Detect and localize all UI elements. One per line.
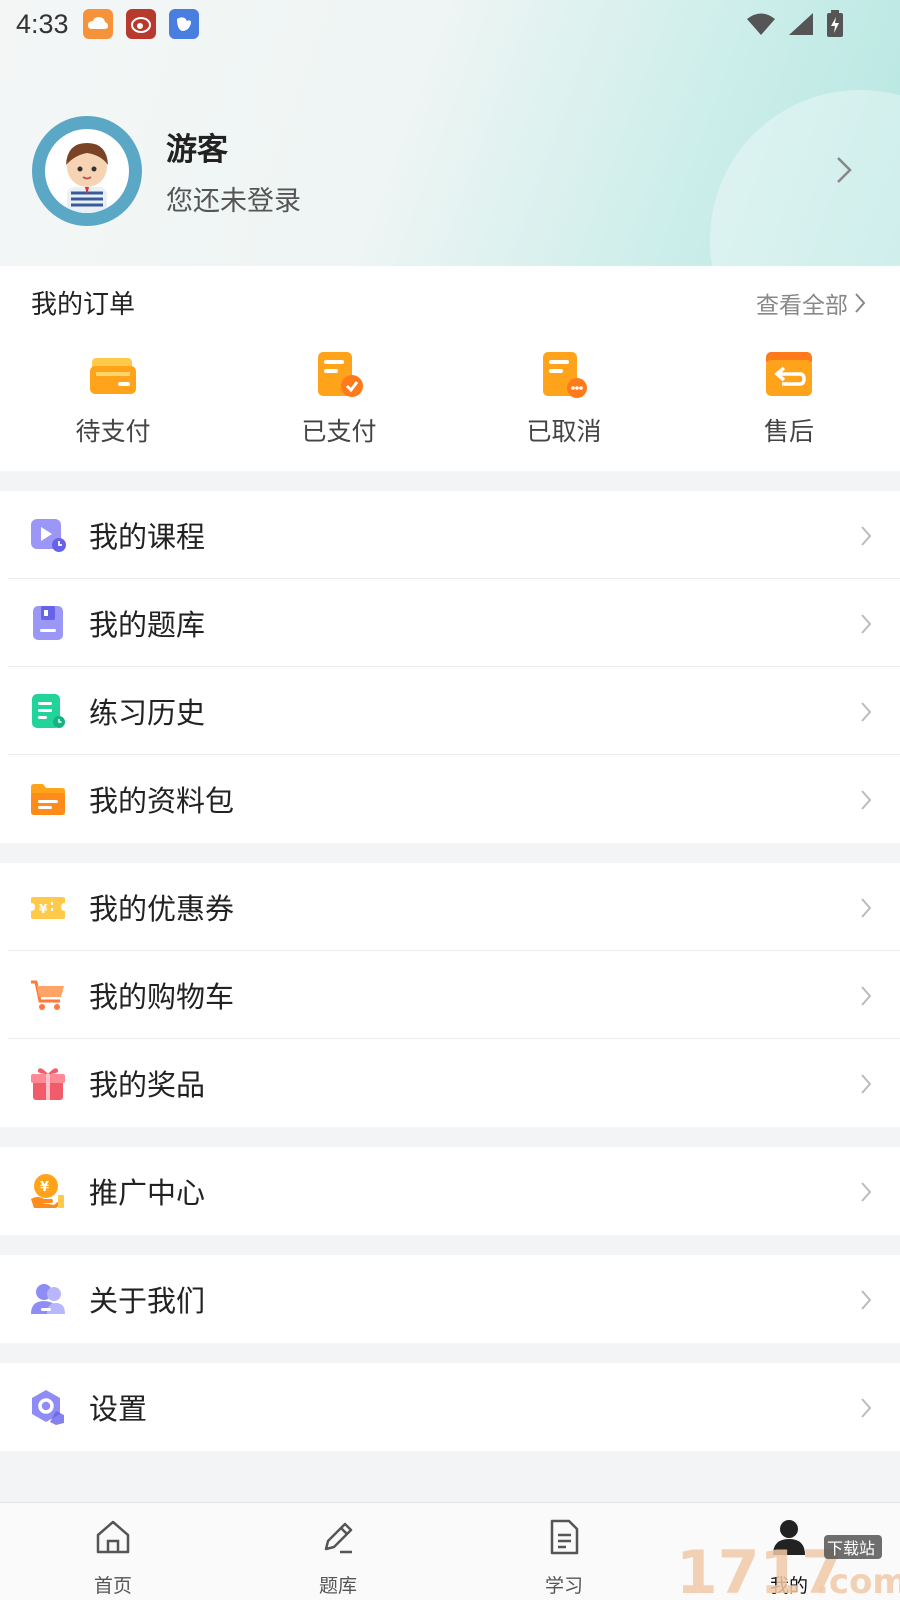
login-status: 您还未登录 xyxy=(166,186,301,217)
chevron-right-icon xyxy=(861,702,872,722)
chevron-right-icon[interactable] xyxy=(836,156,852,184)
chevron-right-icon xyxy=(861,614,872,634)
menu-item-my-resource-pack[interactable]: 我的资料包 xyxy=(0,755,900,843)
settings-hexagon-icon xyxy=(32,1390,64,1425)
menu-item-settings[interactable]: 设置 xyxy=(0,1363,900,1451)
order-label: 待支付 xyxy=(75,417,151,446)
weibo-app-icon xyxy=(125,9,156,39)
tab-study[interactable]: 学习 xyxy=(504,1517,624,1598)
order-label: 售后 xyxy=(763,417,814,446)
profile-name: 游客 xyxy=(166,132,228,168)
chevron-right-icon xyxy=(861,1182,872,1202)
chevron-right-icon xyxy=(861,526,872,546)
chevron-right-icon xyxy=(861,1290,872,1310)
wallet-icon xyxy=(90,358,136,394)
cancelled-document-icon xyxy=(543,352,587,398)
status-time: 4:33 xyxy=(16,8,69,39)
weather-app-icon xyxy=(82,9,113,39)
home-icon xyxy=(96,1520,130,1554)
menu-label: 我的优惠券 xyxy=(89,892,235,926)
svg-text:¥: ¥ xyxy=(39,902,48,916)
signal-icon xyxy=(789,13,813,35)
about-users-icon xyxy=(31,1284,65,1314)
document-icon xyxy=(550,1519,579,1555)
menu-label: 我的题库 xyxy=(89,608,206,642)
svg-text:下载站: 下载站 xyxy=(827,1539,875,1558)
menu-item-promotion-center[interactable]: ¥ 推广中心 xyxy=(0,1147,900,1235)
avatar[interactable] xyxy=(32,116,142,226)
menu-label: 我的资料包 xyxy=(89,784,235,818)
order-after-sales[interactable]: 售后 xyxy=(729,350,849,448)
chevron-right-icon xyxy=(861,986,872,1006)
chevron-right-icon xyxy=(855,293,866,313)
chevron-right-icon xyxy=(861,898,872,918)
tab-label: 首页 xyxy=(93,1575,132,1597)
wifi-icon xyxy=(747,13,775,35)
menu-item-my-coupons[interactable]: ¥ 我的优惠券 xyxy=(0,863,900,951)
svg-text:.com: .com xyxy=(816,1562,900,1600)
promotion-coin-icon: ¥ xyxy=(31,1174,64,1208)
menu-item-my-question-bank[interactable]: 我的题库 xyxy=(0,579,900,667)
gift-icon xyxy=(31,1068,65,1100)
profile-card[interactable]: 游客 您还未登录 xyxy=(32,116,301,226)
tab-home[interactable]: 首页 xyxy=(53,1517,173,1598)
paid-document-icon xyxy=(318,352,363,397)
shopping-cart-icon xyxy=(31,980,64,1010)
pencil-icon xyxy=(324,1522,353,1554)
orders-title: 我的订单 xyxy=(31,290,136,320)
chevron-right-icon xyxy=(861,1074,872,1094)
menu-group-settings: 设置 xyxy=(0,1363,900,1451)
orders-section: 我的订单 查看全部 待支付 已支付 已取消 售后 xyxy=(0,266,900,471)
view-all-orders-link[interactable]: 查看全部 xyxy=(756,286,866,320)
menu-label: 我的购物车 xyxy=(89,980,235,1014)
decorative-circle xyxy=(710,90,900,266)
menu-group-promotion: ¥ 推广中心 xyxy=(0,1147,900,1235)
tab-label: 题库 xyxy=(318,1575,357,1597)
menu-label: 设置 xyxy=(89,1392,148,1426)
order-pending-payment[interactable]: 待支付 xyxy=(53,350,173,448)
practice-history-icon xyxy=(32,694,65,728)
svg-text:¥: ¥ xyxy=(40,1180,49,1195)
view-all-label: 查看全部 xyxy=(756,293,848,319)
chevron-right-icon xyxy=(861,1398,872,1418)
menu-item-my-prizes[interactable]: 我的奖品 xyxy=(0,1039,900,1127)
course-video-icon xyxy=(31,519,66,552)
order-label: 已取消 xyxy=(526,417,602,446)
menu-group-shopping: ¥ 我的优惠券 我的购物车 我的奖品 xyxy=(0,863,900,1127)
menu-group-about: 关于我们 xyxy=(0,1255,900,1343)
menu-label: 推广中心 xyxy=(89,1176,206,1210)
menu-group-learning: 我的课程 我的题库 练习历史 我的资料包 xyxy=(0,491,900,843)
menu-label: 我的奖品 xyxy=(89,1068,206,1102)
menu-label: 关于我们 xyxy=(89,1284,206,1318)
return-box-icon xyxy=(766,352,812,396)
menu-item-my-cart[interactable]: 我的购物车 xyxy=(0,951,900,1039)
folder-icon xyxy=(31,784,65,815)
menu-item-practice-history[interactable]: 练习历史 xyxy=(0,667,900,755)
tab-label: 学习 xyxy=(544,1575,583,1597)
bird-app-icon xyxy=(168,9,199,39)
menu-label: 我的课程 xyxy=(89,520,206,554)
order-paid[interactable]: 已支付 xyxy=(279,350,399,448)
question-bank-icon xyxy=(33,606,63,640)
menu-item-about-us[interactable]: 关于我们 xyxy=(0,1255,900,1343)
menu-label: 练习历史 xyxy=(89,696,206,730)
status-bar: 4:33 xyxy=(0,0,900,48)
order-label: 已支付 xyxy=(301,417,377,446)
battery-charging-icon xyxy=(827,10,843,37)
watermark-logo: 1717 .com 下载站 xyxy=(676,1535,900,1600)
order-cancelled[interactable]: 已取消 xyxy=(504,350,624,448)
menu-item-my-courses[interactable]: 我的课程 xyxy=(0,491,900,579)
tab-question-bank[interactable]: 题库 xyxy=(278,1517,398,1598)
chevron-right-icon xyxy=(861,790,872,810)
coupon-icon: ¥ xyxy=(31,897,65,919)
